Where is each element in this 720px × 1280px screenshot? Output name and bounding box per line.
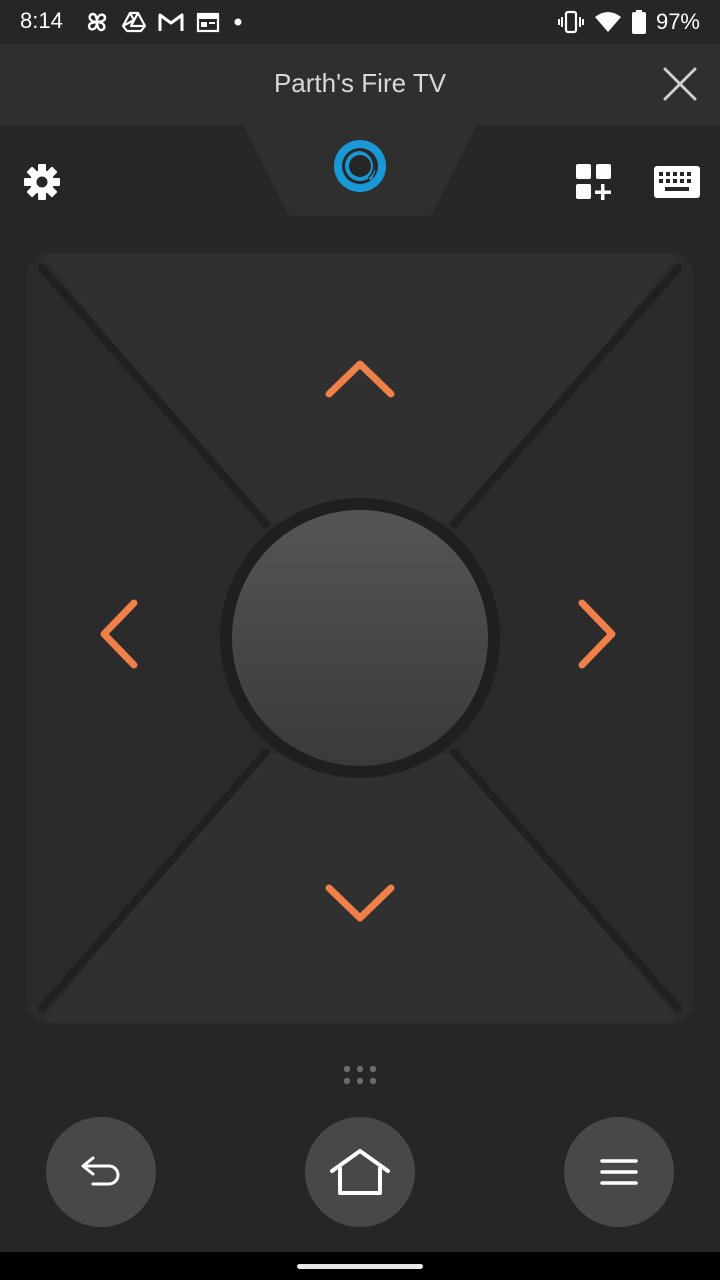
close-icon[interactable] [662,66,698,102]
gear-icon[interactable] [22,162,62,202]
drive-icon [122,11,146,33]
drag-handle-icon[interactable] [340,1062,380,1088]
home-icon [330,1149,390,1195]
app-header: Parth's Fire TV [0,44,720,126]
calendar-icon [196,12,220,33]
gmail-icon [158,13,184,31]
home-button[interactable] [305,1117,415,1227]
status-time: 8:14 [20,8,63,33]
back-arrow-icon [81,1156,120,1186]
dpad-left-button[interactable] [26,446,216,826]
menu-button[interactable] [564,1117,674,1227]
status-bar: 8:14 97% [0,0,720,44]
status-icons-right: 97% [557,8,700,36]
keyboard-icon[interactable] [654,166,700,198]
dpad-right-button[interactable] [504,446,694,826]
device-title: Parth's Fire TV [273,68,447,98]
dpad-up-button[interactable] [190,256,530,486]
menu-icon [600,1159,638,1185]
vibrate-icon [557,10,584,34]
gesture-home-indicator[interactable] [297,1264,423,1269]
alexa-icon[interactable] [333,139,387,193]
chevron-up-icon [325,360,395,398]
chevron-left-icon [100,599,138,669]
status-icons-left [84,8,244,36]
chevron-right-icon [578,599,616,669]
battery-percent: 97% [655,9,700,34]
apps-add-icon[interactable] [574,162,614,202]
dpad-down-button[interactable] [190,796,530,1026]
back-button[interactable] [46,1117,156,1227]
chevron-down-icon [325,884,395,922]
system-nav-bar [0,1252,720,1280]
battery-icon [631,10,646,34]
notification-dot-icon [234,18,242,26]
dpad-select-button[interactable] [232,510,488,766]
wifi-icon [594,12,621,32]
dpad [20,246,700,1030]
fan-icon [87,12,107,32]
